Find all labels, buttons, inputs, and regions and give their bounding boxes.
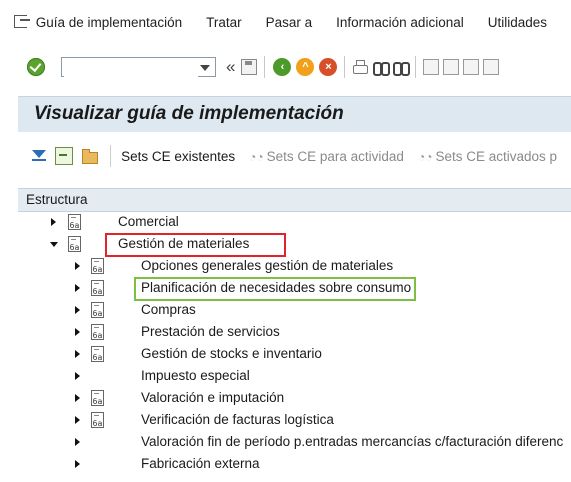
document-icon[interactable]: 6a bbox=[91, 258, 104, 274]
tree-node-valoracion-fin-periodo[interactable]: Valoración fin de período p.entradas mer… bbox=[18, 432, 571, 454]
glasses-icon: ◔◔ bbox=[249, 149, 264, 164]
document-icon[interactable]: 6a bbox=[91, 346, 104, 362]
document-icon[interactable]: 6a bbox=[91, 390, 104, 406]
sets-ce-actividad-button[interactable]: ◔◔ Sets CE para actividad bbox=[249, 149, 404, 164]
find-next-icon[interactable] bbox=[392, 59, 411, 76]
command-field[interactable] bbox=[61, 57, 216, 77]
expand-triangle-icon[interactable] bbox=[75, 328, 80, 336]
exit-menu-icon[interactable] bbox=[14, 14, 30, 30]
menu-guia-implementacion[interactable]: Guía de implementación bbox=[36, 15, 182, 30]
cancel-icon[interactable]: × bbox=[319, 58, 338, 76]
print-icon[interactable] bbox=[352, 59, 369, 75]
toolbar-separator bbox=[264, 56, 266, 78]
tree-node-prestacion-servicios[interactable]: 6a Prestación de servicios bbox=[18, 322, 571, 344]
exit-icon[interactable]: ^ bbox=[296, 58, 315, 76]
highlight-box-red bbox=[105, 233, 286, 257]
tree-node-verificacion-facturas[interactable]: 6a Verificación de facturas logística bbox=[18, 410, 571, 432]
tree-node-gestion-stocks[interactable]: 6a Gestión de stocks e inventario bbox=[18, 344, 571, 366]
tree-node-valoracion-imputacion[interactable]: 6a Valoración e imputación bbox=[18, 388, 571, 410]
menu-utilidades[interactable]: Utilidades bbox=[488, 15, 547, 30]
sets-ce-activados-label: Sets CE activados p bbox=[435, 148, 558, 164]
menu-pasar-a[interactable]: Pasar a bbox=[266, 15, 313, 30]
previous-page-icon[interactable] bbox=[443, 59, 460, 75]
application-toolbar: Sets CE existentes ◔◔ Sets CE para activi… bbox=[18, 132, 571, 180]
tree-node-label[interactable]: Comercial bbox=[118, 214, 179, 229]
tree-node-label[interactable]: Impuesto especial bbox=[141, 368, 250, 383]
sets-ce-actividad-label: Sets CE para actividad bbox=[266, 148, 404, 164]
expand-triangle-icon[interactable] bbox=[75, 284, 80, 292]
document-icon[interactable]: 6a bbox=[91, 324, 104, 340]
menu-informacion-adicional[interactable]: Información adicional bbox=[336, 15, 464, 30]
chevron-down-icon[interactable] bbox=[200, 65, 210, 71]
expand-triangle-icon[interactable] bbox=[75, 372, 80, 380]
document-icon[interactable]: 6a bbox=[68, 214, 81, 230]
tree-node-label[interactable]: Opciones generales gestión de materiales bbox=[141, 258, 393, 273]
tree-node-label[interactable]: Compras bbox=[141, 302, 196, 317]
tree-node-label[interactable]: Gestión de stocks e inventario bbox=[141, 346, 322, 361]
toolbar-separator bbox=[110, 145, 112, 167]
enter-check-icon[interactable] bbox=[27, 58, 45, 76]
tree-node-label[interactable]: Valoración fin de período p.entradas mer… bbox=[141, 434, 563, 449]
document-icon[interactable]: 6a bbox=[68, 236, 81, 252]
glasses-icon: ◔◔ bbox=[417, 149, 433, 164]
document-icon[interactable]: 6a bbox=[91, 412, 104, 428]
save-icon[interactable] bbox=[241, 59, 258, 75]
expand-triangle-icon[interactable] bbox=[75, 416, 80, 424]
first-page-icon[interactable] bbox=[423, 59, 440, 75]
expand-triangle-icon[interactable] bbox=[75, 438, 80, 446]
structure-tree: 6a Comercial 6a Gestión de materiales 6a… bbox=[18, 212, 571, 482]
expand-triangle-icon[interactable] bbox=[75, 306, 80, 314]
tree-node-label[interactable]: Valoración e imputación bbox=[141, 390, 284, 405]
menu-tratar[interactable]: Tratar bbox=[206, 15, 242, 30]
toolbar-separator bbox=[415, 56, 417, 78]
expand-triangle-icon[interactable] bbox=[75, 460, 80, 468]
page-title: Visualizar guía de implementación bbox=[34, 103, 344, 124]
document-icon[interactable]: 6a bbox=[91, 280, 104, 296]
next-page-icon[interactable] bbox=[463, 59, 480, 75]
last-page-icon[interactable] bbox=[483, 59, 500, 75]
collapse-triangle-icon[interactable] bbox=[50, 242, 58, 247]
tree-node-gestion-materiales[interactable]: 6a Gestión de materiales bbox=[18, 234, 571, 256]
tree-header-label: Estructura bbox=[26, 192, 88, 207]
highlight-box-green bbox=[134, 277, 416, 301]
expand-triangle-icon[interactable] bbox=[75, 350, 80, 358]
tree-node-label[interactable]: Prestación de servicios bbox=[141, 324, 280, 339]
sets-ce-existentes-button[interactable]: Sets CE existentes bbox=[121, 149, 235, 164]
tree-node-compras[interactable]: 6a Compras bbox=[18, 300, 571, 322]
tree-node-label[interactable]: Fabricación externa bbox=[141, 456, 260, 471]
tree-node-label[interactable]: Verificación de facturas logística bbox=[141, 412, 334, 427]
tree-node-impuesto-especial[interactable]: Impuesto especial bbox=[18, 366, 571, 388]
expand-triangle-icon[interactable] bbox=[75, 262, 80, 270]
toolbar-separator bbox=[344, 56, 346, 78]
tree-node-comercial[interactable]: 6a Comercial bbox=[18, 212, 571, 234]
command-input[interactable] bbox=[64, 59, 198, 77]
tree-header: Estructura bbox=[18, 188, 571, 212]
tree-node-opciones-generales[interactable]: 6a Opciones generales gestión de materia… bbox=[18, 256, 571, 278]
folder-icon[interactable] bbox=[81, 147, 99, 165]
document-icon[interactable]: 6a bbox=[91, 302, 104, 318]
title-bar: Visualizar guía de implementación bbox=[18, 96, 571, 133]
sets-ce-activados-button[interactable]: ◔◔ Sets CE activados p bbox=[418, 149, 557, 164]
expand-triangle-icon[interactable] bbox=[51, 218, 56, 226]
find-icon[interactable] bbox=[372, 59, 391, 76]
standard-toolbar: « ‹ ^ × bbox=[0, 44, 571, 90]
tree-node-fabricacion-externa[interactable]: Fabricación externa bbox=[18, 454, 571, 476]
back-icon[interactable]: ‹ bbox=[273, 58, 292, 76]
expand-triangle-icon[interactable] bbox=[75, 394, 80, 402]
expand-all-icon[interactable] bbox=[30, 147, 47, 165]
import-icon[interactable] bbox=[55, 147, 73, 165]
menu-bar: Guía de implementación Tratar Pasar a In… bbox=[0, 0, 571, 44]
double-left-arrow-icon[interactable]: « bbox=[226, 57, 235, 77]
